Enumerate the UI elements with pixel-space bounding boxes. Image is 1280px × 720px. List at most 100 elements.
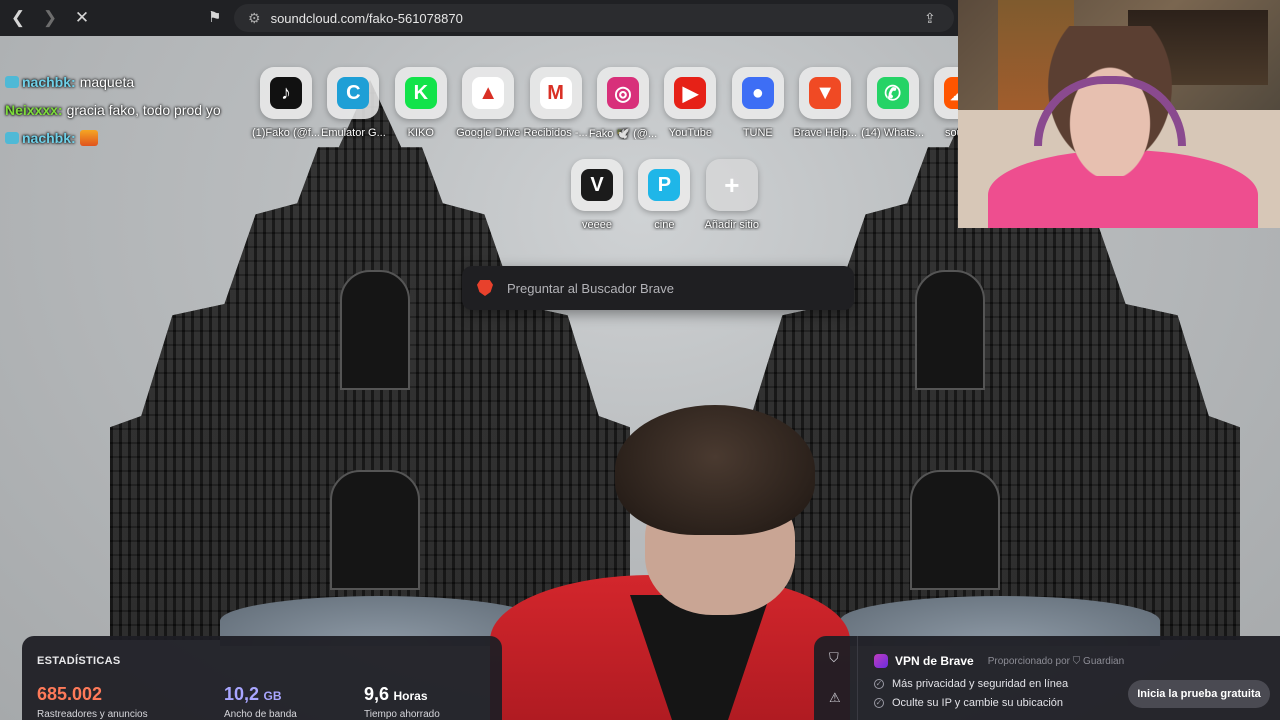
person-hair xyxy=(615,405,815,535)
shortcut-box[interactable]: C xyxy=(327,67,380,119)
chat-text: gracia fako, todo prod yo xyxy=(66,102,221,118)
shortcut-box[interactable]: ✆ xyxy=(866,67,919,119)
cathedral-window xyxy=(330,470,420,590)
emote-icon xyxy=(79,130,98,146)
stat-unit: Horas xyxy=(393,689,428,703)
stat-value: 10,2 xyxy=(224,684,260,704)
bookmark-icon[interactable]: ⚑ xyxy=(208,8,228,28)
chat-username: nachbk: xyxy=(22,74,76,90)
shortcut-box[interactable]: P xyxy=(638,159,691,211)
site-settings-icon[interactable]: ⚙ xyxy=(248,10,261,27)
vpn-header: VPN de Brave Proporcionado por ⛉ Guardia… xyxy=(874,654,1124,668)
stream-chat-overlay: nachbk: maqueta Neixxxx: gracia fako, to… xyxy=(5,68,221,152)
alert-triangle-icon[interactable]: ⚠ xyxy=(829,690,843,705)
shortcut-label: TUNE xyxy=(742,127,773,139)
shortcut-box[interactable]: ▶ xyxy=(664,67,717,119)
chat-badge-icon xyxy=(5,132,19,144)
vpn-feature: ✓ Más privacidad y seguridad en línea xyxy=(874,678,1069,690)
shortcut-box[interactable]: ▲ xyxy=(462,67,515,119)
emulator-icon: C xyxy=(337,77,370,109)
brave-search-box[interactable]: Preguntar al Buscador Brave xyxy=(462,266,854,310)
stat-value: 685.002 xyxy=(37,684,103,704)
stat-desc: Tiempo ahorrado xyxy=(364,709,440,720)
shortcut-tile[interactable]: Vveeee xyxy=(563,159,631,231)
tiktok-icon: ♪ xyxy=(270,77,302,109)
chat-username: Neixxxx: xyxy=(5,102,63,118)
shortcut-tile[interactable]: ▲ Google Drive xyxy=(454,67,522,139)
chat-message: nachbk: xyxy=(5,124,221,152)
stats-widget: ESTADÍSTICAS 685.002 Rastreadores y anun… xyxy=(22,636,502,720)
start-trial-button[interactable]: Inicia la prueba gratuita xyxy=(1128,680,1270,708)
shortcut-label: Recibidos -... xyxy=(523,127,588,139)
forward-button[interactable]: ❯ xyxy=(36,4,64,32)
share-icon[interactable]: ⇪ xyxy=(924,10,940,26)
stats-title: ESTADÍSTICAS xyxy=(37,655,121,667)
stat-bandwidth: 10,2 GB Ancho de banda xyxy=(224,684,297,720)
shortcut-label: Fako 🕊️ (@... xyxy=(588,128,658,140)
shortcut-tile[interactable]: ▼ Brave Help... xyxy=(791,67,859,139)
shortcut-label: Brave Help... xyxy=(793,127,857,139)
shortcut-box[interactable]: ● xyxy=(731,67,784,119)
shortcut-tile[interactable]: K KIKO xyxy=(387,67,455,139)
google-drive-icon: ▲ xyxy=(472,77,505,109)
shortcut-label: veeee xyxy=(582,219,612,231)
chat-message: nachbk: maqueta xyxy=(5,68,221,96)
shortcut-tile[interactable]: ◎ Fako 🕊️ (@... xyxy=(589,67,657,140)
gmail-icon: M xyxy=(539,77,572,109)
vpn-widget: ⛉ ⚠ VPN de Brave Proporcionado por ⛉ Gua… xyxy=(814,636,1280,720)
vpn-feature: ✓ Oculte su IP y cambie su ubicación xyxy=(874,697,1063,709)
chat-message: Neixxxx: gracia fako, todo prod yo xyxy=(5,96,221,124)
shortcut-tile[interactable]: ✆ (14) Whats... xyxy=(859,67,927,139)
shortcut-tile[interactable]: ♪ (1)Fako (@f... xyxy=(252,67,320,139)
shortcut-box[interactable]: V xyxy=(571,159,623,211)
check-icon: ✓ xyxy=(874,698,884,708)
stat-desc: Rastreadores y anuncios xyxy=(37,709,148,720)
webcam-overlay xyxy=(958,0,1280,228)
shortcut-box[interactable]: ▼ xyxy=(799,67,852,119)
shortcut-label: YouTube xyxy=(668,127,712,139)
cathedral-window xyxy=(340,270,410,390)
brave-icon: ▼ xyxy=(809,77,842,109)
vpn-name: VPN de Brave xyxy=(895,654,974,668)
p-icon: P xyxy=(648,169,681,201)
shortcut-box[interactable]: + xyxy=(705,159,758,211)
wallpaper-person xyxy=(490,405,850,720)
address-bar[interactable]: ⚙ soundcloud.com/fako-561078870 ⇪ xyxy=(234,4,954,32)
v-icon: V xyxy=(581,169,613,201)
shortcut-box[interactable]: M xyxy=(529,67,582,119)
search-placeholder[interactable]: Preguntar al Buscador Brave xyxy=(507,281,674,296)
brave-logo-icon xyxy=(477,280,493,296)
stat-desc: Ancho de banda xyxy=(224,709,297,720)
vpn-logo-icon xyxy=(874,654,888,668)
stop-loading-button[interactable]: ✕ xyxy=(68,4,96,32)
stat-unit: GB xyxy=(263,689,282,703)
tune-icon: ● xyxy=(741,77,774,109)
shortcut-box[interactable]: ◎ xyxy=(597,67,649,119)
url-text[interactable]: soundcloud.com/fako-561078870 xyxy=(271,11,463,26)
shortcut-tile[interactable]: ● TUNE xyxy=(724,67,792,139)
shortcut-tile[interactable]: C Emulator G... xyxy=(319,67,387,139)
back-button[interactable]: ❮ xyxy=(4,4,32,32)
shortcut-tile[interactable]: M Recibidos -... xyxy=(522,67,590,139)
chat-username: nachbk: xyxy=(22,130,76,146)
instagram-icon: ◎ xyxy=(607,77,639,109)
shortcut-label: Añadir sitio xyxy=(704,219,759,231)
shortcut-tile[interactable]: + Añadir sitio xyxy=(698,159,766,231)
shortcut-label: (14) Whats... xyxy=(861,127,925,139)
shortcut-label: KIKO xyxy=(407,127,434,139)
shortcut-tile[interactable]: ▶ YouTube xyxy=(656,67,724,139)
cathedral-window xyxy=(910,470,1000,590)
shortcut-box[interactable]: ♪ xyxy=(260,67,312,119)
vpn-shield-icon[interactable]: ⛉ xyxy=(829,650,843,665)
check-icon: ✓ xyxy=(874,679,884,689)
shortcut-label: Google Drive xyxy=(456,127,521,139)
widget-switcher: ⛉ ⚠ xyxy=(814,636,858,720)
shortcut-label: Emulator G... xyxy=(320,127,386,139)
shortcut-label: (1)Fako (@f... xyxy=(251,127,320,139)
youtube-icon: ▶ xyxy=(674,77,707,109)
stat-trackers: 685.002 Rastreadores y anuncios xyxy=(37,684,148,720)
chat-badge-icon xyxy=(5,76,19,88)
shortcut-tile[interactable]: Pcine xyxy=(630,159,698,231)
shortcut-box[interactable]: K xyxy=(394,67,447,119)
stat-time-saved: 9,6 Horas Tiempo ahorrado xyxy=(364,684,440,720)
